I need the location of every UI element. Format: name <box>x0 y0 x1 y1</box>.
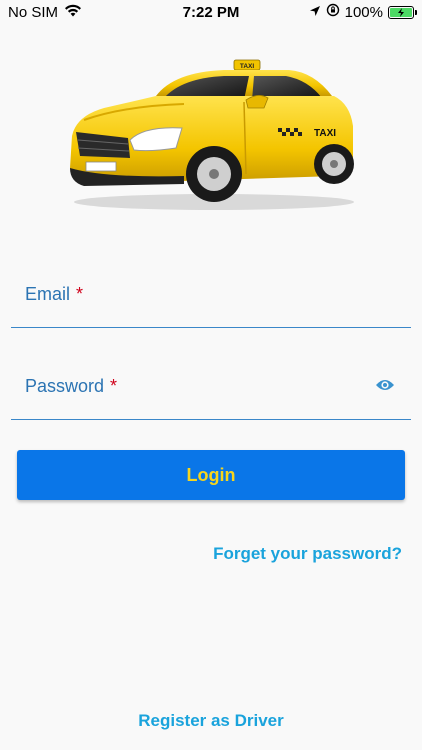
email-label: Email * <box>25 284 84 304</box>
required-marker: * <box>110 376 118 396</box>
forgot-password-link[interactable]: Forget your password? <box>213 544 402 564</box>
orientation-lock-icon <box>326 3 340 21</box>
required-marker: * <box>76 284 84 304</box>
roof-sign-text: TAXI <box>240 63 255 70</box>
taxi-illustration: TAXI TAXI <box>64 56 356 212</box>
register-driver-link[interactable]: Register as Driver <box>0 711 422 731</box>
status-right: 100% <box>309 3 417 21</box>
location-arrow-icon <box>309 4 321 21</box>
battery-percent: 100% <box>344 3 383 21</box>
email-field[interactable]: Email * <box>11 278 411 328</box>
eye-icon[interactable] <box>375 378 395 397</box>
password-label: Password * <box>25 376 118 396</box>
login-button[interactable]: Login <box>17 450 405 500</box>
battery-charging-icon <box>388 5 417 19</box>
status-bar: No SIM 7:22 PM 100% <box>0 0 422 26</box>
password-field[interactable]: Password * <box>11 370 411 420</box>
door-taxi-text: TAXI <box>314 128 336 139</box>
